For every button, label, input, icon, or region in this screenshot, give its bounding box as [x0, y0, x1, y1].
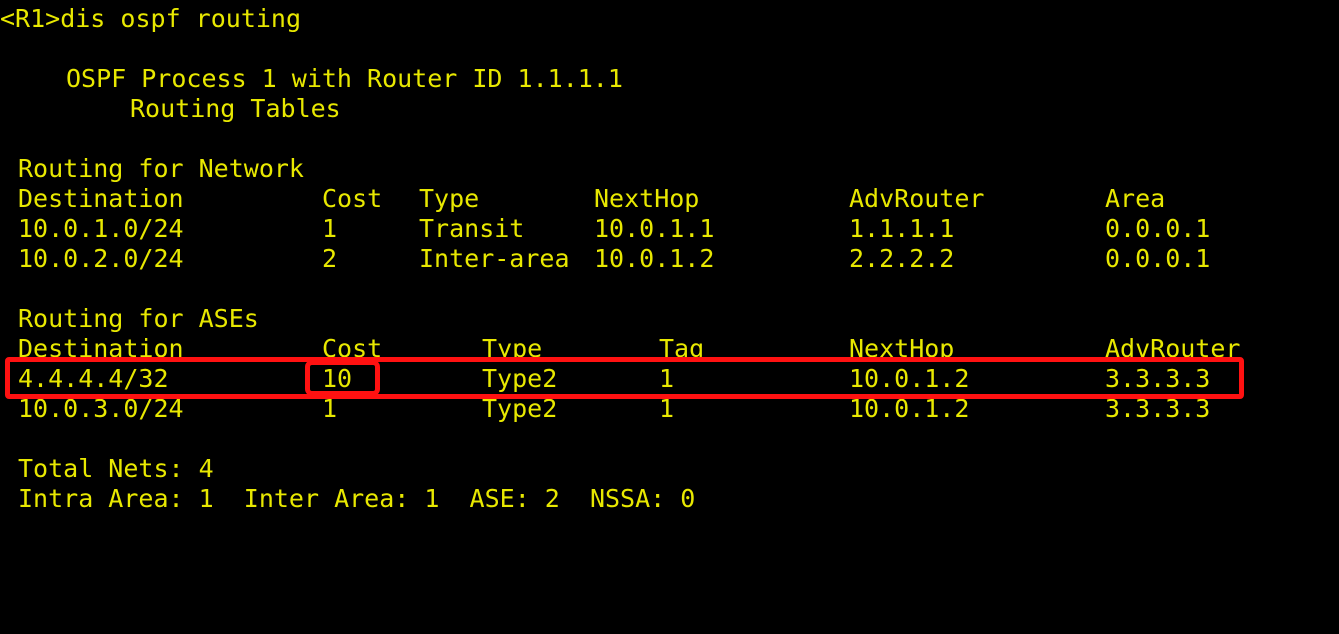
ases-header-advrouter: AdvRouter: [1105, 334, 1241, 363]
network-cell-advrouter: 2.2.2.2: [849, 244, 955, 273]
highlight-box-ase-row: [5, 357, 1244, 399]
network-header-destination: Destination: [18, 184, 184, 213]
routing-tables-header: Routing Tables: [130, 94, 341, 123]
ases-table-header-row: Destination Cost Type Tag NextHop AdvRou…: [0, 334, 1240, 364]
ases-cell-nexthop: 10.0.1.2: [849, 394, 970, 423]
network-header-advrouter: AdvRouter: [849, 184, 985, 213]
network-section-title: Routing for Network: [18, 154, 304, 183]
network-cell-destination: 10.0.2.0/24: [18, 244, 184, 273]
ases-cell-tag: 1: [659, 364, 675, 393]
network-table-row: 10.0.2.0/24 2 Inter-area 10.0.1.2 2.2.2.…: [0, 244, 1210, 274]
network-cell-area: 0.0.0.1: [1105, 214, 1211, 243]
network-cell-cost: 2: [322, 244, 338, 273]
ases-cell-advrouter: 3.3.3.3: [1105, 394, 1211, 423]
network-cell-nexthop: 10.0.1.2: [594, 244, 715, 273]
ases-cell-tag: 1: [659, 394, 675, 423]
ases-section-title-line: Routing for ASEs: [0, 304, 259, 334]
network-header-cost: Cost: [322, 184, 383, 213]
ases-cell-destination: 4.4.4.4/32: [18, 364, 169, 393]
ases-header-destination: Destination: [18, 334, 184, 363]
network-cell-advrouter: 1.1.1.1: [849, 214, 955, 243]
network-cell-type: Transit: [419, 214, 525, 243]
summary-total-nets: Total Nets: 4: [18, 454, 214, 483]
network-cell-cost: 1: [322, 214, 338, 243]
ases-cell-nexthop: 10.0.1.2: [849, 364, 970, 393]
summary-area-counts: Intra Area: 1 Inter Area: 1 ASE: 2 NSSA:…: [18, 484, 696, 513]
summary-total-nets-line: Total Nets: 4: [0, 454, 214, 484]
network-table-row: 10.0.1.0/24 1 Transit 10.0.1.1 1.1.1.1 0…: [0, 214, 1210, 244]
network-header-area: Area: [1105, 184, 1166, 213]
ases-header-type: Type: [482, 334, 543, 363]
ases-cell-cost: 1: [322, 394, 338, 423]
ases-header-cost: Cost: [322, 334, 383, 363]
ases-header-tag: Tag: [659, 334, 705, 363]
ases-cell-type: Type2: [482, 394, 558, 423]
ospf-process-header: OSPF Process 1 with Router ID 1.1.1.1: [66, 64, 623, 93]
ospf-process-header-line: OSPF Process 1 with Router ID 1.1.1.1: [0, 64, 623, 94]
ases-cell-destination: 10.0.3.0/24: [18, 394, 184, 423]
network-header-nexthop: NextHop: [594, 184, 700, 213]
ases-cell-type: Type2: [482, 364, 558, 393]
ases-cell-advrouter: 3.3.3.3: [1105, 364, 1211, 393]
network-table-header-row: Destination Cost Type NextHop AdvRouter …: [0, 184, 1165, 214]
command-prompt-line: <R1>dis ospf routing: [0, 4, 301, 34]
ases-section-title: Routing for ASEs: [18, 304, 259, 333]
routing-tables-header-line: Routing Tables: [0, 94, 341, 124]
summary-area-counts-line: Intra Area: 1 Inter Area: 1 ASE: 2 NSSA:…: [0, 484, 695, 514]
ases-cell-cost: 10: [322, 364, 353, 393]
network-cell-type: Inter-area: [419, 244, 570, 273]
network-cell-area: 0.0.0.1: [1105, 244, 1211, 273]
ases-table-row: 10.0.3.0/24 1 Type2 1 10.0.1.2 3.3.3.3: [0, 394, 1210, 424]
network-section-title-line: Routing for Network: [0, 154, 304, 184]
terminal-output: <R1>dis ospf routing OSPF Process 1 with…: [0, 0, 1339, 547]
command-text: <R1>dis ospf routing: [0, 4, 302, 33]
network-header-type: Type: [419, 184, 480, 213]
network-cell-nexthop: 10.0.1.1: [594, 214, 715, 243]
ases-header-nexthop: NextHop: [849, 334, 955, 363]
ases-table-row-highlighted: 4.4.4.4/32 10 Type2 1 10.0.1.2 3.3.3.3: [0, 364, 1210, 394]
network-cell-destination: 10.0.1.0/24: [18, 214, 184, 243]
